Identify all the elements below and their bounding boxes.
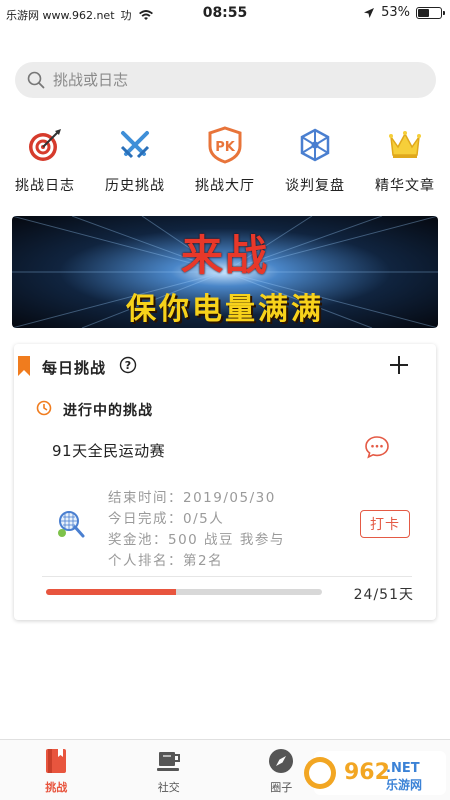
crown-icon — [385, 125, 425, 165]
watermark-net: .NET — [386, 761, 420, 776]
checkin-button[interactable]: 打卡 — [360, 510, 410, 538]
nav-item-review[interactable]: 谈判复盘 — [270, 125, 360, 200]
svg-text:PK: PK — [215, 140, 236, 155]
search-input[interactable] — [53, 71, 413, 89]
today-label: 今日完成： — [108, 511, 183, 527]
daily-challenge-card: 每日挑战 ? 进行中的挑战 91天全民运动赛 结束时间：2019/05/30 今… — [14, 344, 436, 620]
bookmark-icon — [18, 356, 30, 376]
add-challenge-button[interactable] — [388, 354, 410, 376]
rank-value: 第2名 — [183, 553, 224, 569]
watermark-962: 962 — [344, 760, 390, 785]
search-icon — [27, 71, 45, 89]
target-icon — [25, 125, 65, 165]
search-bar[interactable] — [15, 62, 436, 98]
tab-label-challenge: 挑战 — [45, 781, 68, 794]
status-right: 53% — [363, 5, 445, 20]
progress-fill — [46, 589, 176, 595]
section-title: 进行中的挑战 — [63, 403, 153, 419]
end-time-value: 2019/05/30 — [183, 490, 276, 506]
today-row: 今日完成：0/5人 — [108, 507, 224, 527]
battery-fill — [418, 8, 429, 17]
coffee-cup-icon — [156, 748, 182, 774]
quick-nav: 挑战日志 历史挑战 PK 挑战大厅 谈判复盘 精华文章 — [0, 125, 450, 200]
compass-icon — [268, 748, 294, 774]
nav-item-challenge-log[interactable]: 挑战日志 — [0, 125, 90, 200]
pool-row: 奖金池：500 战豆 我参与 — [108, 528, 285, 548]
nav-item-articles[interactable]: 精华文章 — [360, 125, 450, 200]
progress-text: 24/51天 — [353, 587, 414, 603]
pool-value: 500 战豆 我参与 — [168, 532, 285, 548]
pool-label: 奖金池： — [108, 532, 168, 548]
nav-label-challenge-log: 挑战日志 — [15, 178, 75, 194]
clock-icon — [36, 400, 52, 416]
nav-item-history[interactable]: 历史挑战 — [90, 125, 180, 200]
end-time-label: 结束时间： — [108, 490, 183, 506]
chat-icon[interactable] — [364, 434, 390, 460]
nav-label-articles: 精华文章 — [375, 178, 435, 194]
status-bar: 乐游网 www.962.net 功 08:55 53% — [0, 0, 450, 28]
tab-social[interactable]: 社交 — [113, 740, 226, 800]
nav-item-hall[interactable]: PK 挑战大厅 — [180, 125, 270, 200]
tab-label-circle: 圈子 — [270, 781, 293, 794]
battery-icon — [416, 6, 445, 19]
today-value: 0/5人 — [183, 511, 225, 527]
nav-label-review: 谈判复盘 — [285, 178, 345, 194]
rank-row: 个人排名：第2名 — [108, 549, 223, 569]
network-icon — [295, 125, 335, 165]
location-arrow-icon — [364, 7, 375, 18]
end-time-row: 结束时间：2019/05/30 — [108, 486, 276, 506]
card-title: 每日挑战 — [42, 359, 107, 377]
banner-title: 来战 — [180, 231, 269, 280]
watermark-cn: 乐游网 — [386, 777, 422, 792]
nav-label-history: 历史挑战 — [105, 178, 165, 194]
banner-subtitle: 保你电量满满 — [126, 292, 324, 327]
crossed-swords-icon — [115, 125, 155, 165]
tennis-racket-icon — [58, 511, 85, 538]
watermark-logo: 962 .NET 乐游网 — [304, 751, 446, 795]
help-icon[interactable]: ? — [119, 356, 137, 374]
divider — [42, 576, 412, 577]
battery-percent: 53% — [381, 5, 410, 20]
svg-text:?: ? — [125, 359, 131, 372]
tab-label-social: 社交 — [157, 781, 180, 794]
rank-label: 个人排名： — [108, 553, 183, 569]
book-icon — [43, 748, 69, 774]
progress-bar — [46, 589, 322, 595]
card-header: 每日挑战 ? — [14, 356, 436, 382]
tab-challenge[interactable]: 挑战 — [0, 740, 113, 800]
event-name[interactable]: 91天全民运动赛 — [52, 440, 165, 461]
promo-banner[interactable]: 来战 保你电量满满 — [12, 216, 438, 328]
nav-label-hall: 挑战大厅 — [195, 178, 255, 194]
pk-shield-icon: PK — [205, 125, 245, 165]
